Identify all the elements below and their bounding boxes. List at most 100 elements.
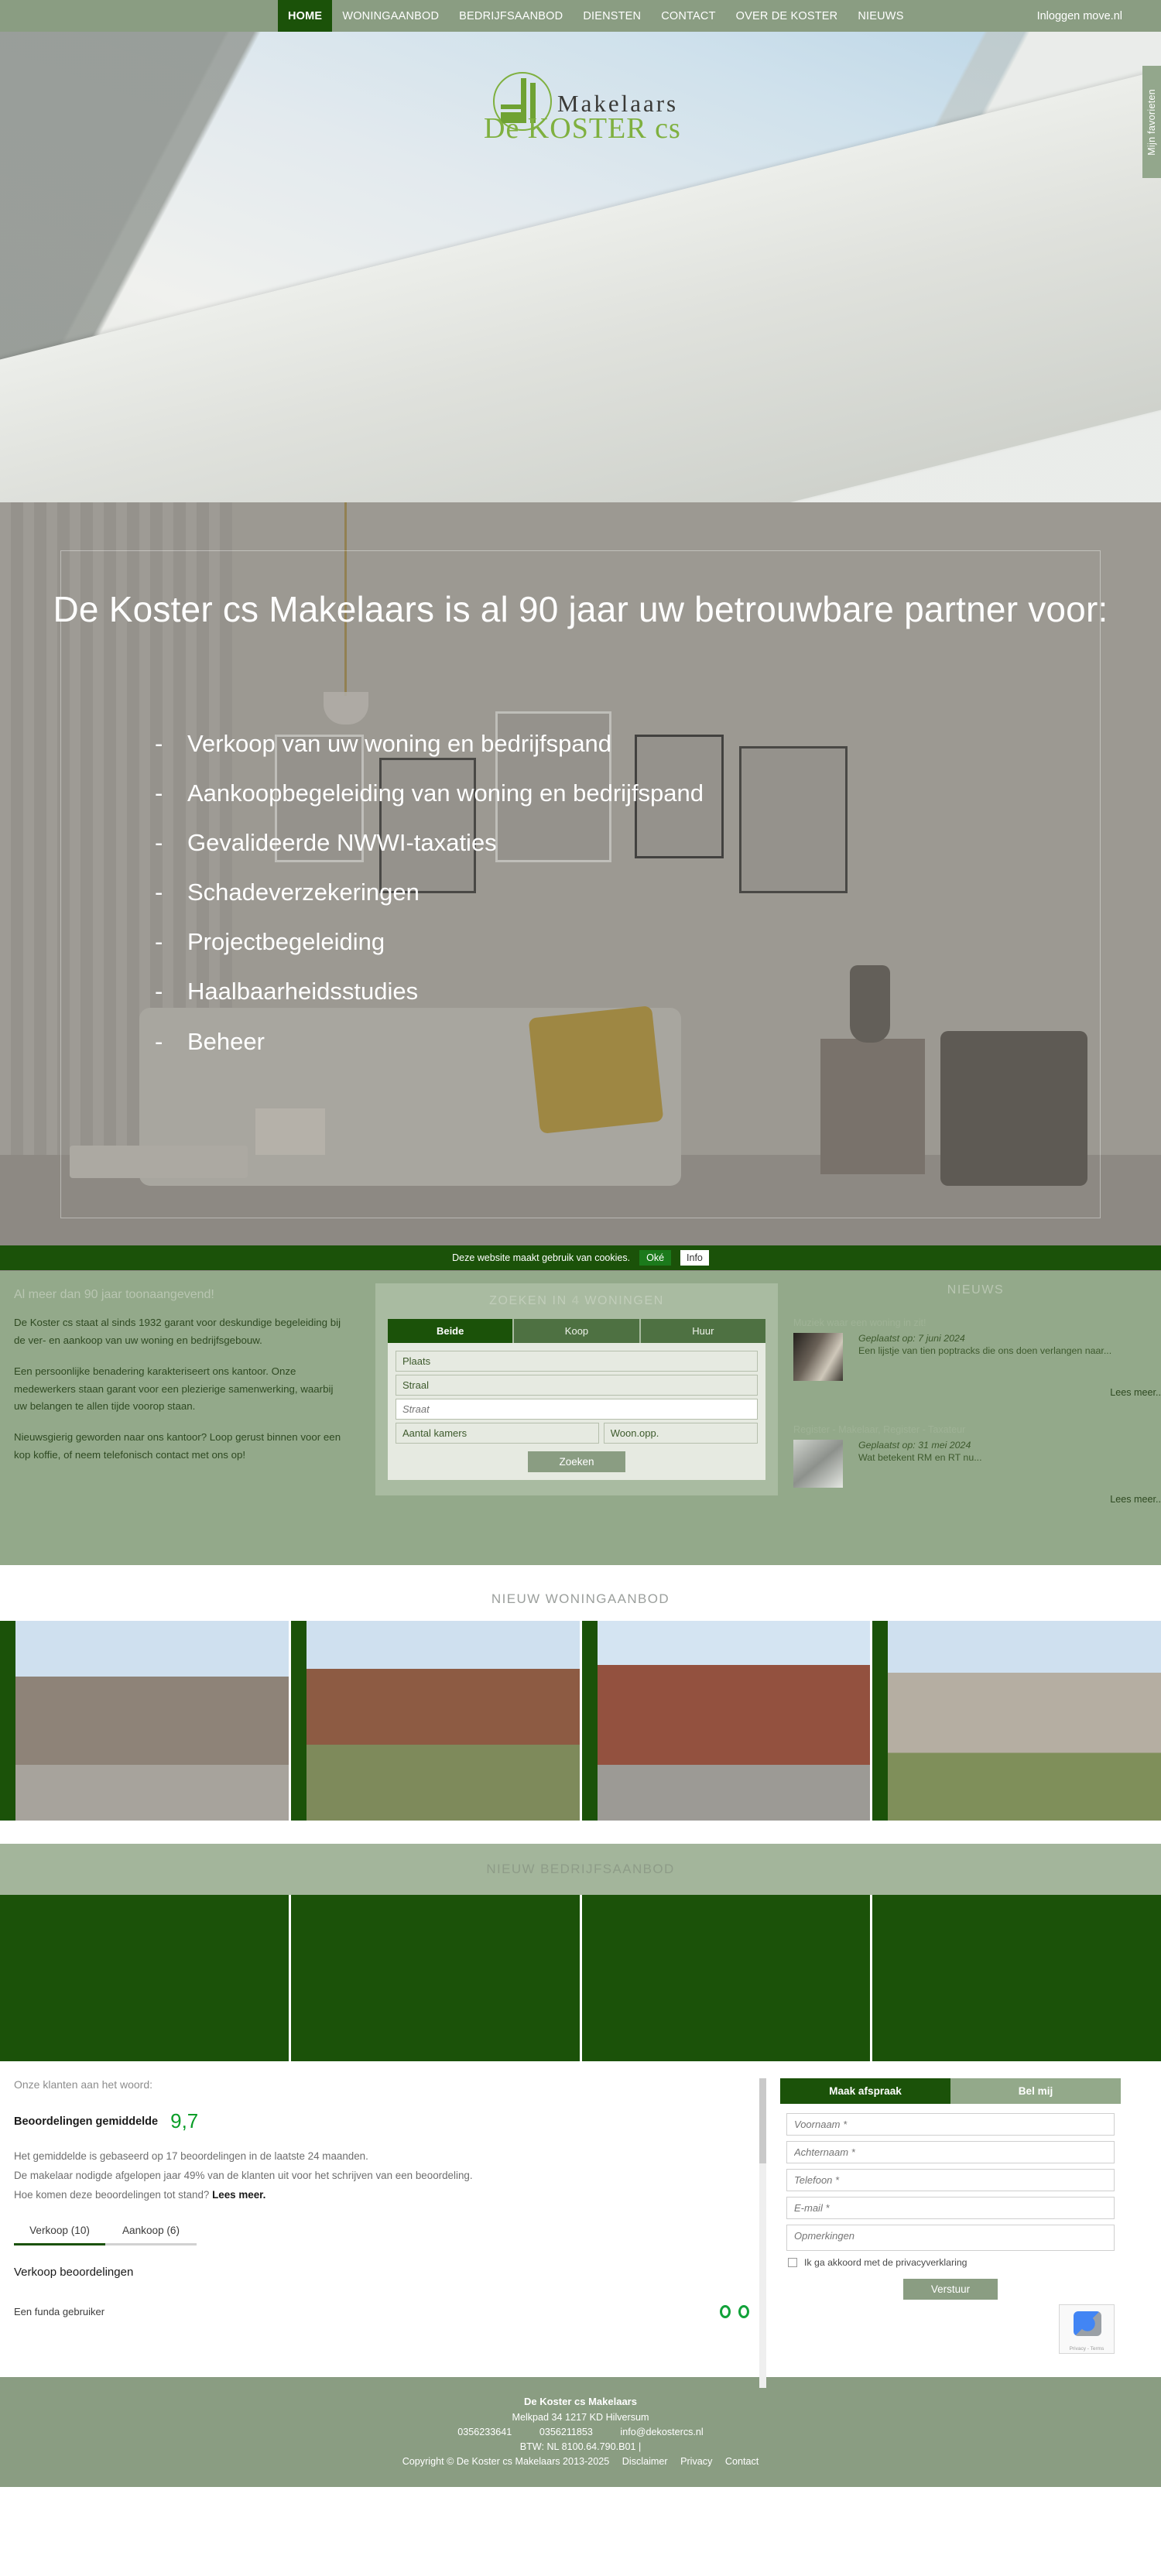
property-search-panel: ZOEKEN IN 4 WONINGEN Beide Koop Huur Zoe… bbox=[375, 1283, 778, 1495]
reviews-scrollbar[interactable] bbox=[759, 2078, 766, 2388]
hero-service-item: - Schadeverzekeringen bbox=[155, 879, 420, 906]
nav-item-home[interactable]: HOME bbox=[278, 0, 333, 32]
favorites-tab[interactable]: Mijn favorieten bbox=[1142, 66, 1161, 178]
reviews-and-form-section: Onze klanten aan het woord: Beoordelinge… bbox=[0, 2061, 1161, 2388]
top-navigation-bar: HOME WONINGAANBOD BEDRIJFSAANBOD DIENSTE… bbox=[0, 0, 1161, 32]
hero-service-item: - Beheer bbox=[155, 1027, 265, 1055]
main-nav: HOME WONINGAANBOD BEDRIJFSAANBOD DIENSTE… bbox=[278, 0, 914, 32]
listing-card-1[interactable] bbox=[0, 1621, 291, 1821]
listing-card-3[interactable] bbox=[582, 1621, 873, 1821]
nav-item-bedrijfsaanbod[interactable]: BEDRIJFSAANBOD bbox=[449, 0, 573, 32]
hero-service-item: - Projectbegeleiding bbox=[155, 928, 385, 956]
news-read-more-link[interactable]: Lees meer.. bbox=[793, 1387, 1161, 1398]
contact-form-tabs: Maak afspraak Bel mij bbox=[780, 2078, 1121, 2104]
nav-item-contact[interactable]: CONTACT bbox=[651, 0, 725, 32]
search-straal-input[interactable] bbox=[396, 1375, 758, 1396]
listing-card-4[interactable] bbox=[872, 1621, 1161, 1821]
news-thumbnail bbox=[793, 1333, 843, 1381]
news-item-snippet: Een lijstje van tien poptracks die ons d… bbox=[858, 1345, 1112, 1356]
footer-legal-row: Copyright © De Koster cs Makelaars 2013-… bbox=[0, 2456, 1161, 2467]
search-tabs: Beide Koop Huur bbox=[388, 1319, 765, 1343]
form-voornaam-input[interactable] bbox=[786, 2113, 1115, 2136]
about-column: Al meer dan 90 jaar toonaangevend! De Ko… bbox=[0, 1271, 375, 1478]
search-column: ZOEKEN IN 4 WONINGEN Beide Koop Huur Zoe… bbox=[375, 1271, 778, 1495]
business-heading: NIEUW BEDRIJFSAANBOD bbox=[486, 1862, 675, 1876]
news-read-more-link[interactable]: Lees meer.. bbox=[793, 1494, 1161, 1505]
news-item[interactable]: Register - Makelaar, Register - Taxateur… bbox=[790, 1424, 1161, 1505]
news-item[interactable]: Muziek waar een woning in zit! Geplaatst… bbox=[790, 1317, 1161, 1398]
cookie-accept-button[interactable]: Oké bbox=[639, 1250, 672, 1266]
search-plaats-input[interactable] bbox=[396, 1351, 758, 1372]
footer-link-privacy[interactable]: Privacy bbox=[680, 2456, 712, 2467]
business-card-4[interactable] bbox=[872, 1895, 1161, 2061]
cookie-message: Deze website maakt gebruik van cookies. bbox=[452, 1252, 631, 1263]
search-submit-button[interactable]: Zoeken bbox=[528, 1451, 625, 1472]
search-fields: Zoeken bbox=[388, 1343, 765, 1480]
search-straat-input[interactable] bbox=[396, 1399, 758, 1420]
search-tab-huur[interactable]: Huur bbox=[640, 1319, 765, 1343]
form-submit-button[interactable]: Verstuur bbox=[902, 2278, 998, 2300]
reviews-note-line-3: Hoe komen deze beoordelingen tot stand? … bbox=[14, 2186, 757, 2205]
footer-email[interactable]: info@dekostercs.nl bbox=[620, 2427, 703, 2437]
form-consent-checkbox[interactable] bbox=[788, 2258, 797, 2267]
nav-item-woningaanbod[interactable]: WONINGAANBOD bbox=[332, 0, 449, 32]
search-tab-koop[interactable]: Koop bbox=[514, 1319, 639, 1343]
reviews-average-label: Beoordelingen gemiddelde bbox=[14, 2115, 159, 2128]
about-paragraph-1: De Koster cs staat al sinds 1932 garant … bbox=[14, 1317, 341, 1346]
reviews-note-line-1: Het gemiddelde is gebaseerd op 17 beoord… bbox=[14, 2150, 368, 2162]
business-card-2[interactable] bbox=[291, 1895, 582, 2061]
form-achternaam-input[interactable] bbox=[786, 2141, 1115, 2163]
footer-address: Melkpad 34 1217 KD Hilversum bbox=[512, 2411, 649, 2423]
form-email-input[interactable] bbox=[786, 2197, 1115, 2219]
contact-form-fields: Ik ga akkoord met de privacyverklaring V… bbox=[780, 2104, 1121, 2354]
nav-item-diensten[interactable]: DIENSTEN bbox=[573, 0, 651, 32]
business-card-3[interactable] bbox=[582, 1895, 873, 2061]
hero-service-label: Aankoopbegeleiding van woning en bedrijf… bbox=[187, 779, 704, 807]
reviews-tab-verkoop[interactable]: Verkoop (10) bbox=[14, 2225, 105, 2246]
business-card-1[interactable] bbox=[0, 1895, 291, 2061]
reviews-average-value: 9,7 bbox=[170, 2109, 199, 2132]
nav-item-nieuws[interactable]: NIEUWS bbox=[848, 0, 913, 32]
search-aantal-kamers-input[interactable] bbox=[396, 1423, 599, 1444]
page-root: HOME WONINGAANBOD BEDRIJFSAANBOD DIENSTE… bbox=[0, 0, 1161, 2487]
search-tab-beide[interactable]: Beide bbox=[388, 1319, 513, 1343]
reviews-scrollbar-thumb[interactable] bbox=[759, 2078, 766, 2163]
reviews-note-link[interactable]: Lees meer. bbox=[212, 2189, 265, 2201]
listings-title-wrap: NIEUW WONINGAANBOD bbox=[0, 1565, 1161, 1621]
cookie-info-button[interactable]: Info bbox=[680, 1250, 709, 1266]
form-tab-bel-mij[interactable]: Bel mij bbox=[950, 2078, 1121, 2104]
review-author: Een funda gebruiker bbox=[14, 2306, 105, 2318]
form-telefoon-input[interactable] bbox=[786, 2169, 1115, 2191]
footer-phone-2[interactable]: 0356211853 bbox=[539, 2427, 593, 2437]
nav-item-over-de-koster[interactable]: OVER DE KOSTER bbox=[726, 0, 848, 32]
site-logo[interactable]: Makelaars De KOSTER cs bbox=[453, 69, 700, 150]
form-consent-label: Ik ga akkoord met de privacyverklaring bbox=[804, 2257, 968, 2268]
business-listings-section: NIEUW BEDRIJFSAANBOD bbox=[0, 1844, 1161, 2061]
footer-link-contact[interactable]: Contact bbox=[725, 2456, 759, 2467]
form-opmerkingen-textarea[interactable] bbox=[786, 2225, 1115, 2251]
search-title-suffix: WONINGEN bbox=[580, 1294, 664, 1307]
hero-service-label: Haalbaarheidsstudies bbox=[187, 978, 419, 1005]
listing-card-2[interactable] bbox=[291, 1621, 582, 1821]
listings-heading: NIEUW WONINGAANBOD bbox=[491, 1591, 670, 1606]
form-tab-maak-afspraak[interactable]: Maak afspraak bbox=[780, 2078, 950, 2104]
reviews-tab-aankoop[interactable]: Aankoop (6) bbox=[105, 2225, 197, 2246]
reviews-subtitle: Verkoop beoordelingen bbox=[14, 2266, 134, 2280]
hero-service-item: - Gevalideerde NWWI-taxaties bbox=[155, 828, 497, 856]
reviews-lead: Onze klanten aan het woord: bbox=[14, 2078, 153, 2091]
reviews-tabs: Verkoop (10) Aankoop (6) bbox=[14, 2225, 757, 2246]
recaptcha-badge[interactable]: Privacy - Terms bbox=[1059, 2304, 1115, 2354]
rating-circle-icon bbox=[720, 2305, 731, 2319]
footer-btw: BTW: NL 8100.64.790.B01 | bbox=[519, 2441, 642, 2452]
footer-phone-1[interactable]: 0356233641 bbox=[457, 2427, 512, 2437]
search-woonopp-input[interactable] bbox=[603, 1423, 758, 1444]
recaptcha-icon bbox=[1074, 2311, 1101, 2336]
business-title-band: NIEUW BEDRIJFSAANBOD bbox=[0, 1844, 1161, 1895]
footer-contact-row: 0356233641 0356211853 info@dekostercs.nl bbox=[0, 2427, 1161, 2437]
footer-link-disclaimer[interactable]: Disclaimer bbox=[622, 2456, 668, 2467]
hero-service-item: - Aankoopbegeleiding van woning en bedrij… bbox=[155, 779, 704, 807]
search-title-count: 4 bbox=[571, 1294, 580, 1307]
login-move-link[interactable]: Inloggen move.nl bbox=[1037, 0, 1122, 32]
form-consent-row[interactable]: Ik ga akkoord met de privacyverklaring bbox=[788, 2256, 1115, 2269]
logo-subtitle: De KOSTER cs bbox=[484, 112, 681, 145]
